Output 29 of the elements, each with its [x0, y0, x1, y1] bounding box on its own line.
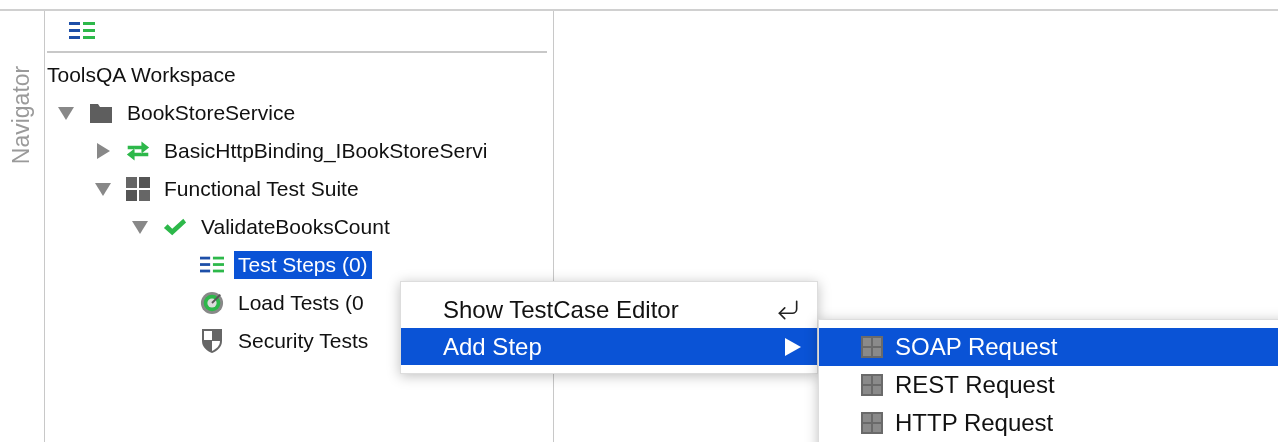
menu-item[interactable]: Show TestCase Editor	[401, 291, 817, 328]
collapse-arrow-icon[interactable]	[58, 105, 74, 121]
list-icon	[69, 22, 95, 40]
tree-item[interactable]: BookStoreService	[123, 99, 300, 127]
collapse-arrow-icon[interactable]	[95, 181, 111, 197]
request-icon	[861, 336, 883, 358]
menu-item[interactable]: HTTP Request	[819, 404, 1278, 442]
shield-icon	[201, 328, 223, 354]
menu-item[interactable]: REST Request	[819, 366, 1278, 404]
request-icon	[861, 412, 883, 434]
arrows-icon	[126, 139, 150, 163]
tree-root[interactable]: ToolsQA Workspace	[45, 63, 236, 87]
menu-item[interactable]: SOAP Request	[819, 328, 1278, 366]
submenu-arrow-icon	[785, 337, 801, 356]
tree-item[interactable]: Test Steps (0)	[234, 251, 372, 279]
expand-arrow-icon[interactable]	[95, 143, 111, 159]
target-icon	[200, 290, 224, 316]
request-icon	[861, 374, 883, 396]
collapse-arrow-icon[interactable]	[132, 219, 148, 235]
list-icon	[200, 256, 224, 274]
tree-item[interactable]: ValidateBooksCount	[197, 213, 394, 241]
tree-item[interactable]: Load Tests (0	[234, 289, 368, 317]
tree-item[interactable]: Functional Test Suite	[160, 175, 363, 203]
folder-icon	[89, 102, 113, 124]
menu-item[interactable]: Add Step	[401, 328, 817, 365]
tree-item[interactable]: Security Tests	[234, 327, 373, 355]
grid-icon	[126, 177, 150, 201]
checkmark-icon	[163, 217, 187, 237]
tree-item[interactable]: BasicHttpBinding_IBookStoreServi	[160, 137, 492, 165]
